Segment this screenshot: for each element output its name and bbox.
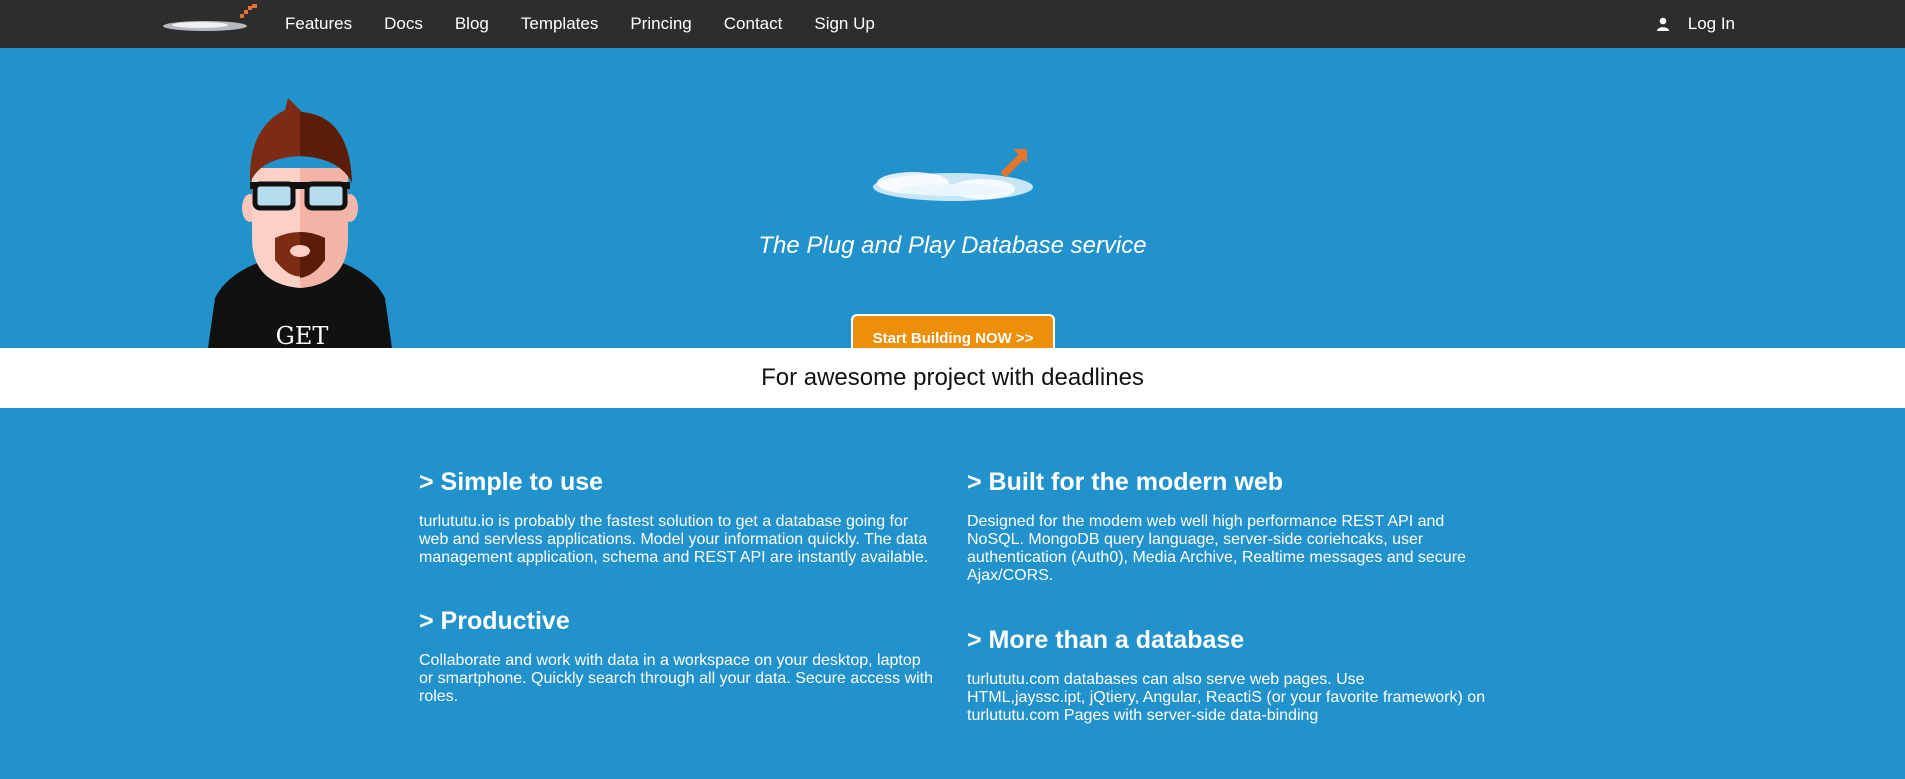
top-navbar: Features Docs Blog Templates Princing Co… bbox=[0, 0, 1905, 48]
feature-title: > Productive bbox=[419, 607, 570, 635]
user-icon bbox=[1656, 17, 1669, 31]
feature-simple-to-use: > Simple to use turlututu.io is probably… bbox=[419, 468, 939, 567]
headline-band: For awesome project with deadlines bbox=[0, 348, 1905, 408]
feature-productive: > Productive Collaborate and work with d… bbox=[419, 607, 939, 706]
nav-link-signup[interactable]: Sign Up bbox=[814, 0, 874, 48]
hero-section: GET The Plug and Play Database service S… bbox=[0, 48, 1905, 370]
nav-link-contact[interactable]: Contact bbox=[724, 0, 783, 48]
brand-logo-icon[interactable] bbox=[160, 4, 260, 34]
features-section: > Simple to use turlututu.io is probably… bbox=[0, 408, 1905, 779]
nav-link-pricing[interactable]: Princing bbox=[630, 0, 691, 48]
nav-link-blog[interactable]: Blog bbox=[455, 0, 489, 48]
feature-body: turlututu.com databases can also serve w… bbox=[967, 671, 1486, 724]
login-label: Log In bbox=[1687, 14, 1735, 33]
avatar-shirt-text: GET bbox=[276, 322, 329, 350]
feature-more-than-database: > More than a database turlututu.com dat… bbox=[967, 626, 1487, 725]
feature-body: Collaborate and work with data in a work… bbox=[419, 652, 934, 705]
hero-brand-logo-icon bbox=[873, 149, 1033, 201]
feature-body: turlututu.io is probably the fastest sol… bbox=[419, 513, 929, 566]
nav-links: Features Docs Blog Templates Princing Co… bbox=[285, 0, 907, 48]
feature-title: > Simple to use bbox=[419, 468, 604, 496]
feature-title: > More than a database bbox=[967, 626, 1245, 654]
feature-built-for-modern-web: > Built for the modern web Designed for … bbox=[967, 468, 1487, 585]
headline-text: For awesome project with deadlines bbox=[761, 364, 1144, 391]
nav-link-docs[interactable]: Docs bbox=[384, 0, 423, 48]
nav-link-features[interactable]: Features bbox=[285, 0, 352, 48]
hero-tagline: The Plug and Play Database service bbox=[758, 232, 1147, 259]
feature-title: > Built for the modern web bbox=[967, 468, 1283, 496]
nav-link-templates[interactable]: Templates bbox=[521, 0, 598, 48]
developer-avatar-illustration: GET bbox=[205, 98, 395, 370]
login-link[interactable]: Log In bbox=[1656, 0, 1735, 48]
feature-body: Designed for the modem web well high per… bbox=[967, 513, 1466, 584]
